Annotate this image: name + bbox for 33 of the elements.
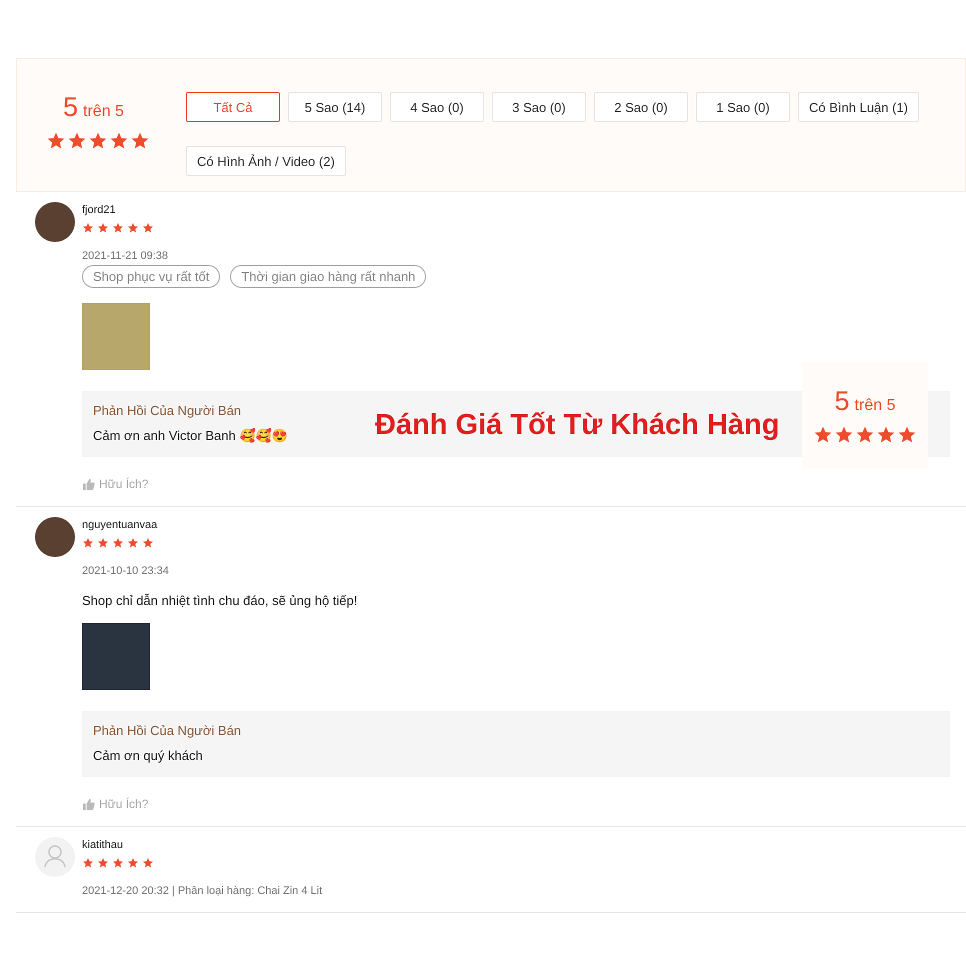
filter-button[interactable]: 3 Sao (0) — [492, 92, 586, 122]
review-comment: Shop chỉ dẫn nhiệt tình chu đáo, sẽ ủng hộ tiếp! — [82, 593, 358, 608]
banner-title: Đánh Giá Tốt Từ Khách Hàng — [375, 409, 780, 442]
thumbs-up-icon[interactable] — [82, 798, 95, 810]
rating-score: 5 — [63, 92, 78, 123]
thumbs-up-icon[interactable] — [82, 478, 95, 490]
rating-score: 5 — [834, 386, 850, 416]
review-photo-placeholder[interactable] — [82, 623, 150, 690]
filter-button[interactable]: 2 Sao (0) — [594, 92, 688, 122]
filter-button[interactable]: 5 Sao (14) — [288, 92, 382, 122]
filter-button[interactable]: Tất Cả — [186, 92, 280, 122]
review-date: 2021-11-21 09:38 — [82, 250, 168, 262]
avatar-photo-placeholder — [35, 517, 75, 557]
avatar-photo-placeholder — [35, 202, 75, 242]
review-date: 2021-10-10 23:34 — [82, 565, 169, 577]
seller-reply-title: Phản Hồi Của Người Bán — [93, 403, 242, 418]
review-tag: Shop phục vụ rất tốt — [82, 265, 220, 288]
username: nguyentuanvaa — [82, 519, 158, 531]
username: fjord21 — [82, 204, 116, 216]
user-avatar-icon — [35, 837, 75, 877]
filter-button[interactable]: 1 Sao (0) — [696, 92, 790, 122]
review-tag: Thời gian giao hàng rất nhanh — [230, 265, 426, 288]
seller-reply-text: Cảm ơn anh Victor Banh 🥰🥰😍 — [93, 428, 288, 443]
seller-reply-title: Phản Hồi Của Người Bán — [93, 723, 242, 738]
username: kiatithau — [82, 839, 123, 851]
filter-button[interactable]: Có Hình Ảnh / Video (2) — [186, 146, 346, 176]
rating-scale: trên 5 — [83, 103, 124, 121]
filter-button[interactable]: Có Bình Luận (1) — [798, 92, 920, 122]
rating-scale: trên 5 — [854, 396, 896, 414]
seller-reply-text: Cảm ơn quý khách — [93, 748, 203, 763]
filter-button[interactable]: 4 Sao (0) — [390, 92, 484, 122]
review-photo-placeholder[interactable] — [82, 303, 150, 370]
review-date: 2021-12-20 20:32 | Phân loại hàng: Chai Zin 4 Lit — [82, 885, 322, 897]
